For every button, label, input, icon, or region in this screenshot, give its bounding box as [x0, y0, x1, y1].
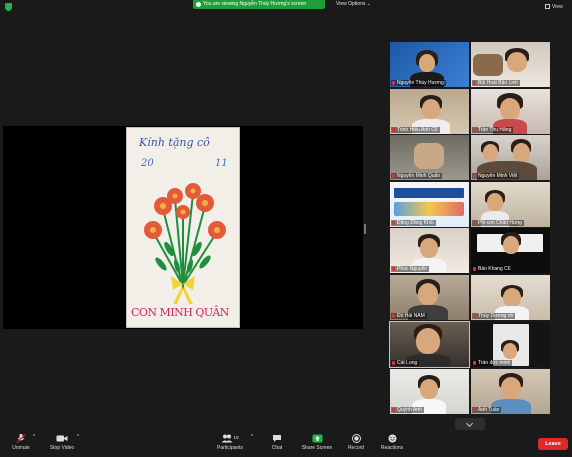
participant-name: Bùi Hoài Bảo Linh	[472, 80, 521, 86]
record-button[interactable]: Record	[344, 434, 368, 451]
participant-name: Trần đức minh	[472, 360, 513, 366]
participant-tile[interactable]: Phi con Chấn Hưng	[471, 182, 550, 227]
participant-name: Anh Tuấn	[472, 407, 502, 413]
participants-count: 19	[234, 435, 240, 440]
participant-tile-active-speaker[interactable]: Cát Long	[389, 321, 470, 368]
muted-mic-icon	[473, 220, 476, 225]
greeting-card-image: Kính tặng cô 20 11 CON MINH QUÂN	[126, 127, 240, 328]
muted-mic-icon	[392, 313, 395, 318]
participant-name: Thùy Dương nh	[472, 313, 516, 319]
unmute-button[interactable]: Unmute	[8, 434, 34, 451]
participant-name: Quỳnh Anh	[391, 407, 424, 413]
participant-name: Nguyễn Thùy Hương	[391, 80, 446, 86]
participant-name: Nguyễn Minh Quân	[391, 173, 443, 179]
participant-tile[interactable]: Trịnh Hiếu Anh C6	[390, 89, 469, 134]
muted-mic-icon	[473, 313, 476, 318]
participant-name: Đặng Đăng Khôi	[391, 220, 436, 226]
participants-icon: 19	[213, 434, 247, 443]
participant-name: Cát Long	[391, 360, 420, 366]
muted-mic-icon	[392, 80, 395, 85]
audio-options-caret[interactable]: ^	[33, 434, 35, 440]
participant-name: Phi con Chấn Hưng	[472, 220, 524, 226]
muted-mic-icon	[392, 407, 395, 412]
gallery-next-page-button[interactable]	[455, 418, 485, 430]
participants-options-caret[interactable]: ^	[251, 434, 253, 440]
muted-mic-icon	[392, 360, 395, 365]
muted-mic-icon	[392, 127, 395, 132]
participant-name: Nguyễn Minh Việt	[472, 173, 520, 179]
participant-tile[interactable]: Trần đức minh	[471, 322, 550, 367]
muted-mic-icon	[473, 127, 476, 132]
grid-view-icon	[545, 4, 550, 9]
share-screen-icon	[300, 434, 334, 443]
muted-mic-icon	[473, 360, 476, 365]
viewing-screen-banner: You are viewing Nguyễn Thùy Hương's scre…	[193, 0, 325, 9]
muted-mic-icon	[473, 266, 476, 271]
card-greeting-text: Kính tặng cô	[139, 136, 210, 149]
card-signature: CON MINH QUÂN	[131, 306, 229, 319]
muted-mic-icon	[473, 173, 476, 178]
view-options-button[interactable]: View Options ⌄	[336, 1, 371, 8]
participant-tile[interactable]: Nguyễn Minh Quân	[390, 135, 469, 180]
banner-text: You are viewing Nguyễn Thùy Hương's scre…	[203, 1, 307, 7]
chat-bubble-icon	[268, 434, 286, 443]
participant-name: Phúc Nguyên	[391, 266, 430, 272]
participant-tile[interactable]: Nguyễn Minh Việt	[471, 135, 550, 180]
participant-tile[interactable]: Bùi Hoài Bảo Linh	[471, 42, 550, 87]
participant-tile[interactable]: Anh Tuấn	[471, 369, 550, 414]
muted-mic-icon	[392, 266, 395, 271]
shared-screen-view[interactable]: Kính tặng cô 20 11 CON MINH QUÂN	[3, 126, 363, 329]
muted-mic-icon	[473, 407, 476, 412]
participant-name: Đỗ Hải NAM	[391, 313, 427, 319]
share-screen-button[interactable]: Share Screen	[300, 434, 334, 451]
video-camera-icon	[47, 434, 77, 443]
participant-name: Trịnh Hiếu Anh C6	[391, 127, 440, 133]
muted-microphone-icon	[8, 434, 34, 443]
stop-video-button[interactable]: Stop Video	[47, 434, 77, 451]
view-button[interactable]: View	[545, 4, 563, 11]
participant-tile[interactable]: Bảo Khang C6	[471, 228, 550, 273]
muted-mic-icon	[473, 80, 476, 85]
participant-tile[interactable]: Phúc Nguyên	[390, 228, 469, 273]
smiley-reaction-icon	[378, 434, 406, 443]
view-label: View	[552, 4, 563, 10]
top-bar: You are viewing Nguyễn Thùy Hương's scre…	[0, 0, 572, 13]
reactions-button[interactable]: Reactions	[378, 434, 406, 451]
muted-mic-icon	[392, 220, 395, 225]
participant-tile[interactable]: Đỗ Hải NAM	[390, 275, 469, 320]
participant-tile[interactable]: Thùy Dương nh	[471, 275, 550, 320]
chat-button[interactable]: Chat	[268, 434, 286, 451]
encryption-shield-icon[interactable]	[5, 3, 12, 11]
participants-button[interactable]: 19 Participants	[213, 434, 247, 451]
video-options-caret[interactable]: ^	[77, 434, 79, 440]
participant-name: Trần Thu Hằng	[472, 127, 514, 133]
leave-meeting-button[interactable]: Leave	[538, 438, 568, 450]
participant-tile[interactable]: Quỳnh Anh	[390, 369, 469, 414]
share-indicator-icon	[196, 2, 201, 7]
record-icon	[344, 434, 368, 443]
zoom-meeting-window: You are viewing Nguyễn Thùy Hương's scre…	[0, 0, 572, 457]
meeting-toolbar: Unmute ^ Stop Video ^ 19 Participants ^ …	[0, 430, 572, 457]
view-resize-handle[interactable]	[364, 224, 366, 234]
participant-tile[interactable]: Nguyễn Thùy Hương	[390, 42, 469, 87]
participant-name: Bảo Khang C6	[472, 266, 513, 272]
participant-tile[interactable]: Trần Thu Hằng	[471, 89, 550, 134]
muted-mic-icon	[392, 173, 395, 178]
participant-tile[interactable]: Đặng Đăng Khôi	[390, 182, 469, 227]
flower-bouquet-illustration	[144, 183, 226, 304]
